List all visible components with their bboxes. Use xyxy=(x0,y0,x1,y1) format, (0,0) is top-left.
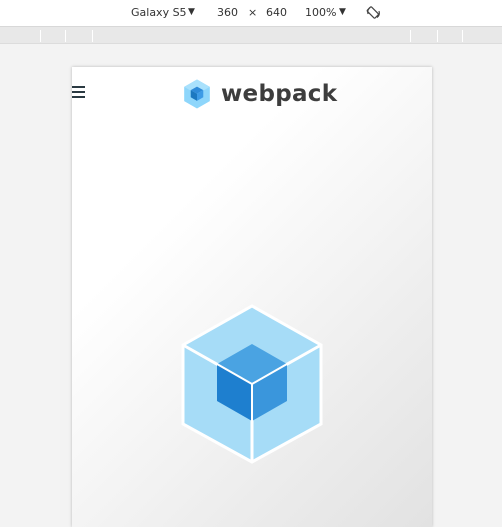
viewport-height-input[interactable]: 640 xyxy=(266,6,287,20)
dimension-separator: × xyxy=(248,6,258,19)
device-select[interactable]: Galaxy S5 xyxy=(131,6,187,20)
viewport-width-input[interactable]: 360 xyxy=(217,6,238,20)
device-dropdown-icon[interactable]: ▼ xyxy=(188,7,195,17)
ruler-tick xyxy=(437,30,438,42)
webpack-hero-cube-icon xyxy=(181,304,323,464)
zoom-select[interactable]: 100% xyxy=(305,6,336,20)
site-logo[interactable]: webpack xyxy=(183,79,337,109)
device-toolbar: Galaxy S5 ▼ 360 × 640 100% ▼ xyxy=(0,0,502,27)
ruler-tick xyxy=(40,30,41,42)
rotate-icon[interactable] xyxy=(366,5,381,20)
webpack-cube-icon xyxy=(184,79,210,109)
device-viewport: webpack xyxy=(72,67,432,527)
zoom-dropdown-icon[interactable]: ▼ xyxy=(339,7,346,17)
ruler-tick xyxy=(92,30,93,42)
ruler-tick xyxy=(462,30,463,42)
ruler-tick xyxy=(65,30,66,42)
brand-name: webpack xyxy=(221,81,338,107)
hamburger-menu-icon[interactable] xyxy=(72,86,85,98)
ruler-tick xyxy=(410,30,411,42)
media-query-ruler xyxy=(0,27,502,44)
